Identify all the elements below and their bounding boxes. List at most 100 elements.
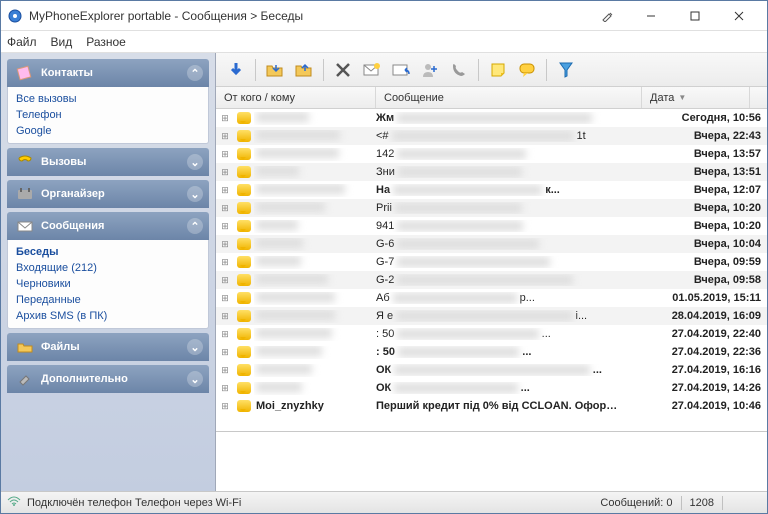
expand-icon[interactable]: ⊞ [216,311,234,322]
menu-file[interactable]: Файл [7,35,37,49]
row-from [254,166,376,179]
nav-msg-inbox[interactable]: Входящие (212) [16,260,200,276]
expand-icon[interactable]: ⊞ [216,365,234,376]
row-date: 27.04.2019, 22:36 [659,346,767,358]
chevron-down-icon: ⌄ [187,371,203,387]
expand-icon[interactable]: ⊞ [216,221,234,232]
menu-view[interactable]: Вид [51,35,73,49]
add-contact-icon[interactable] [416,56,444,84]
nav-calls-header[interactable]: Вызовы ⌄ [7,148,209,176]
expand-icon[interactable]: ⊞ [216,131,234,142]
nav-msg-archive[interactable]: Архив SMS (в ПК) [16,308,200,324]
filter-icon[interactable] [552,56,580,84]
nav-extra-header[interactable]: Дополнительно ⌄ [7,365,209,393]
table-row[interactable]: ⊞Абр...01.05.2019, 15:11 [216,289,767,307]
organizer-icon [15,185,35,203]
nav-messages-header[interactable]: Сообщения ⌃ [7,212,209,240]
expand-icon[interactable]: ⊞ [216,167,234,178]
status-connection: Подключён телефон Телефон через Wi-Fi [27,497,241,509]
expand-icon[interactable]: ⊞ [216,185,234,196]
sticky-note-icon[interactable] [484,56,512,84]
scroll-header [750,87,767,108]
call-icon[interactable] [445,56,473,84]
table-row[interactable]: ⊞PriiВчера, 10:20 [216,199,767,217]
table-row[interactable]: ⊞G-7Вчера, 09:59 [216,253,767,271]
row-msg: Я еі... [376,310,659,322]
expand-icon[interactable]: ⊞ [216,113,234,124]
toolbar [216,53,767,87]
status-msg-count: Сообщений: 0 [600,497,672,509]
col-from[interactable]: От кого / кому [216,87,376,108]
table-row[interactable]: ⊞G-6Вчера, 10:04 [216,235,767,253]
expand-icon[interactable]: ⊞ [216,347,234,358]
expand-icon[interactable]: ⊞ [216,383,234,394]
message-bubble-icon [234,382,254,394]
row-msg: G-2 [376,274,659,286]
nav-messages-body: Беседы Входящие (212) Черновики Переданн… [7,240,209,329]
message-list[interactable]: ⊞ЖмСегодня, 10:56⊞<#1tВчера, 22:43⊞142Вч… [216,109,767,431]
row-from [254,346,376,359]
maximize-button[interactable] [673,2,717,30]
table-row[interactable]: ⊞ЖмСегодня, 10:56 [216,109,767,127]
row-msg: G-7 [376,256,659,268]
minimize-button[interactable] [629,2,673,30]
row-from [254,238,376,251]
menu-misc[interactable]: Разное [86,35,126,49]
row-date: 01.05.2019, 15:11 [659,292,767,304]
nav-organizer-header[interactable]: Органайзер ⌄ [7,180,209,208]
message-bubble-icon [234,220,254,232]
row-from [254,184,376,197]
expand-icon[interactable]: ⊞ [216,401,234,412]
nav-msg-conversations[interactable]: Беседы [16,244,200,260]
table-row[interactable]: ⊞Moi_znyzhkyПерший кредит під 0% від CCL… [216,397,767,415]
row-date: Вчера, 12:07 [659,184,767,196]
wifi-icon [7,495,21,510]
nav-msg-drafts[interactable]: Черновики [16,276,200,292]
nav-contacts-label: Контакты [41,67,93,79]
nav-contacts-google[interactable]: Google [16,123,200,139]
expand-icon[interactable]: ⊞ [216,293,234,304]
reply-icon[interactable] [387,56,415,84]
new-message-icon[interactable] [358,56,386,84]
contacts-icon [15,64,35,82]
expand-icon[interactable]: ⊞ [216,275,234,286]
nav-msg-sent[interactable]: Переданные [16,292,200,308]
export-folder-icon[interactable] [290,56,318,84]
import-folder-icon[interactable] [261,56,289,84]
row-from [254,274,376,287]
table-row[interactable]: ⊞ОК...27.04.2019, 16:16 [216,361,767,379]
nav-files-header[interactable]: Файлы ⌄ [7,333,209,361]
expand-icon[interactable]: ⊞ [216,239,234,250]
row-msg: : 50... [376,346,659,358]
table-row[interactable]: ⊞142Вчера, 13:57 [216,145,767,163]
message-bubble-icon [234,364,254,376]
table-row[interactable]: ⊞<#1tВчера, 22:43 [216,127,767,145]
table-row[interactable]: ⊞941Вчера, 10:20 [216,217,767,235]
expand-icon[interactable]: ⊞ [216,329,234,340]
expand-icon[interactable]: ⊞ [216,149,234,160]
close-button[interactable] [717,2,761,30]
nav-contacts-phone[interactable]: Телефон [16,107,200,123]
table-row[interactable]: ⊞ЗниВчера, 13:51 [216,163,767,181]
col-date[interactable]: Дата▼ [642,87,750,108]
chat-bubble-icon[interactable] [513,56,541,84]
table-row[interactable]: ⊞Я еі...28.04.2019, 16:09 [216,307,767,325]
nav-messages-label: Сообщения [41,220,104,232]
expand-icon[interactable]: ⊞ [216,257,234,268]
nav-contacts-header[interactable]: Контакты ⌃ [7,59,209,87]
expand-icon[interactable]: ⊞ [216,203,234,214]
col-message[interactable]: Сообщение [376,87,642,108]
row-from [254,112,376,125]
message-bubble-icon [234,202,254,214]
delete-icon[interactable] [329,56,357,84]
table-row[interactable]: ⊞Нак...Вчера, 12:07 [216,181,767,199]
row-date: Сегодня, 10:56 [659,112,767,124]
table-row[interactable]: ⊞ОК...27.04.2019, 14:26 [216,379,767,397]
table-row[interactable]: ⊞ : 50...27.04.2019, 22:36 [216,343,767,361]
table-row[interactable]: ⊞: 50...27.04.2019, 22:40 [216,325,767,343]
table-row[interactable]: ⊞G-2Вчера, 09:58 [216,271,767,289]
nav-contacts-all[interactable]: Все вызовы [16,91,200,107]
edit-window-icon[interactable] [585,2,629,30]
row-msg: ОК... [376,382,659,394]
download-icon[interactable] [222,56,250,84]
